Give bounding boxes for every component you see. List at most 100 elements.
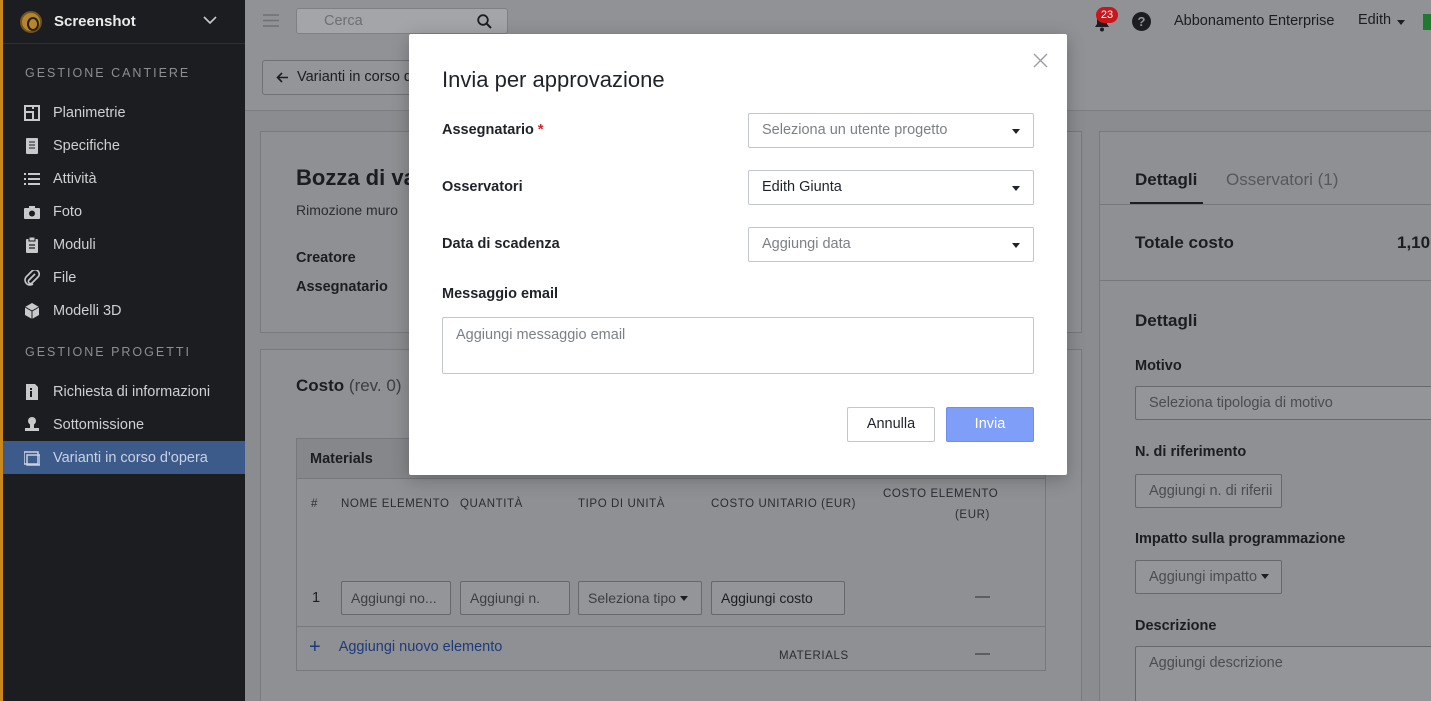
col-item-name: NOME ELEMENTO	[341, 498, 450, 510]
observers-select[interactable]: Edith Giunta	[748, 170, 1034, 205]
description-textarea[interactable]: Aggiungi descrizione	[1135, 646, 1431, 701]
sidebar-item-label: Modelli 3D	[53, 302, 122, 319]
section-title-site: GESTIONE CANTIERE	[25, 66, 191, 80]
row-total: —	[975, 588, 990, 605]
sidebar-item-label: File	[53, 269, 77, 286]
col-number: #	[311, 498, 318, 510]
dialog-title: Invia per approvazione	[442, 67, 665, 92]
assignee-select[interactable]: Seleziona un utente progetto	[748, 113, 1034, 148]
panel-divider	[1100, 280, 1431, 281]
help-icon[interactable]: ?	[1132, 12, 1151, 31]
due-date-field-label: Data di scadenza	[442, 236, 560, 252]
tab-osservatori[interactable]: Osservatori (1)	[1226, 170, 1338, 190]
details-panel: Dettagli Osservatori (1) Totale costo 1,…	[1099, 131, 1431, 701]
language-flag-icon[interactable]	[1423, 14, 1431, 30]
send-button[interactable]: Invia	[946, 407, 1034, 442]
paperclip-icon	[24, 269, 40, 286]
sidebar-item-label: Specifiche	[53, 137, 120, 154]
creator-label: Creatore	[296, 250, 356, 266]
col-unit-cost: COSTO UNITARIO (EUR)	[711, 498, 857, 510]
table-divider	[297, 626, 1045, 627]
email-message-label: Messaggio email	[442, 286, 559, 302]
subscription-label[interactable]: Abbonamento Enterprise	[1174, 13, 1334, 29]
caret-down-icon	[1261, 574, 1270, 579]
sidebar-item-sottomissione[interactable]: Sottomissione	[3, 408, 245, 441]
unit-type-select[interactable]: Seleziona tipo	[578, 581, 702, 615]
quantity-input[interactable]: Aggiungi n.	[460, 581, 570, 615]
info-doc-icon	[26, 383, 38, 400]
notifications-badge[interactable]: 23	[1096, 7, 1118, 23]
col-quantity: QUANTITÀ	[460, 498, 523, 510]
search-input[interactable]: Cerca	[296, 8, 508, 34]
back-button[interactable]: Varianti in corso d	[262, 60, 432, 95]
unit-cost-input[interactable]: Aggiungi costo	[711, 581, 845, 615]
sidebar-item-moduli[interactable]: Moduli	[3, 228, 245, 261]
materials-footer-label: MATERIALS	[779, 650, 849, 662]
required-marker: *	[537, 122, 544, 138]
project-logo-icon	[20, 10, 42, 33]
sidebar-item-foto[interactable]: Foto	[3, 195, 245, 228]
schedule-impact-label: Impatto sulla programmazione	[1135, 531, 1346, 547]
section-title-projects: GESTIONE PROGETTI	[25, 345, 191, 359]
details-heading: Dettagli	[1135, 311, 1198, 330]
user-menu[interactable]: Edith	[1358, 12, 1391, 28]
reference-label: N. di riferimento	[1135, 444, 1247, 460]
sidebar-item-label: Attività	[53, 170, 97, 187]
blueprint-icon	[24, 104, 40, 121]
change-order-icon	[24, 450, 40, 466]
reference-input[interactable]: Aggiungi n. di riferii	[1135, 474, 1282, 508]
search-icon[interactable]	[477, 14, 492, 29]
plus-icon: +	[309, 636, 321, 658]
cost-title: Costo (rev. 0)	[296, 376, 402, 395]
item-name-input[interactable]: Aggiungi no...	[341, 581, 451, 615]
sidebar-item-label: Richiesta di informazioni	[53, 383, 211, 400]
assignee-field-label: Assegnatario *	[442, 122, 544, 138]
col-item-cost: COSTO ELEMENTO	[883, 488, 999, 500]
caret-down-icon[interactable]	[1397, 20, 1405, 25]
project-switcher[interactable]: Screenshot	[3, 0, 245, 44]
reason-label: Motivo	[1135, 358, 1182, 374]
search-placeholder: Cerca	[324, 13, 363, 29]
sidebar-item-label: Varianti in corso d'opera	[53, 449, 208, 466]
observers-value: Edith Giunta	[762, 179, 842, 195]
description-label: Descrizione	[1135, 618, 1217, 634]
caret-down-icon	[1012, 129, 1020, 134]
schedule-impact-select[interactable]: Aggiungi impatto	[1135, 560, 1282, 594]
sidebar-item-attivita[interactable]: Attività	[3, 162, 245, 195]
list-icon	[24, 172, 40, 185]
sidebar-item-label: Planimetrie	[53, 104, 126, 121]
col-item-cost-unit: (EUR)	[955, 509, 990, 521]
sidebar-item-planimetrie[interactable]: Planimetrie	[3, 96, 245, 129]
sidebar-item-modelli-3d[interactable]: Modelli 3D	[3, 294, 245, 327]
sidebar-item-rfi[interactable]: Richiesta di informazioni	[3, 375, 245, 408]
cube-icon	[24, 302, 40, 319]
sidebar: Screenshot GESTIONE CANTIERE Planimetrie…	[3, 0, 245, 701]
cancel-button[interactable]: Annulla	[847, 407, 935, 442]
reason-select[interactable]: Seleziona tipologia di motivo	[1135, 386, 1431, 420]
email-message-textarea[interactable]: Aggiungi messaggio email	[442, 317, 1034, 374]
sidebar-item-file[interactable]: File	[3, 261, 245, 294]
tab-dettagli[interactable]: Dettagli	[1135, 170, 1197, 190]
total-cost-value: 1,10	[1397, 233, 1431, 252]
close-icon[interactable]	[1033, 53, 1048, 68]
draft-subtitle: Rimozione muro	[296, 202, 398, 218]
assignee-label: Assegnatario	[296, 279, 388, 295]
caret-down-icon	[1012, 243, 1020, 248]
add-item-link[interactable]: + Aggiungi nuovo elemento	[309, 634, 502, 658]
menu-icon[interactable]	[263, 14, 279, 27]
camera-icon	[24, 205, 40, 219]
due-date-select[interactable]: Aggiungi data	[748, 227, 1034, 262]
sidebar-item-label: Moduli	[53, 236, 96, 253]
due-date-placeholder: Aggiungi data	[762, 236, 851, 252]
col-unit-type: TIPO DI UNITÀ	[578, 498, 666, 510]
spec-book-icon	[26, 137, 38, 154]
chevron-down-icon[interactable]	[203, 13, 217, 27]
total-cost-label: Totale costo	[1135, 233, 1234, 252]
caret-down-icon	[1012, 186, 1020, 191]
sidebar-item-varianti[interactable]: Varianti in corso d'opera	[3, 441, 245, 474]
assignee-placeholder: Seleziona un utente progetto	[762, 122, 948, 138]
observers-field-label: Osservatori	[442, 179, 523, 195]
sidebar-item-specifiche[interactable]: Specifiche	[3, 129, 245, 162]
tab-divider	[1100, 204, 1431, 205]
project-name: Screenshot	[54, 13, 136, 30]
